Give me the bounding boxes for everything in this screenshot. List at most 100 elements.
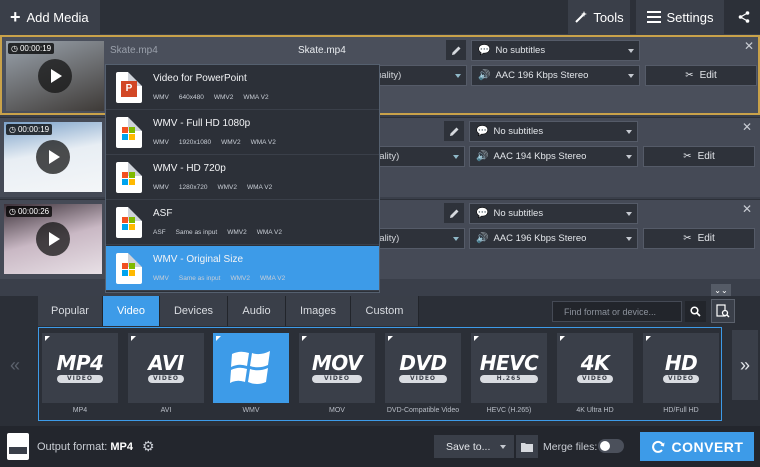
4k-logo-icon: 4K VIDEO: [576, 351, 614, 383]
mp4-logo-icon: MP4 VIDEO: [56, 351, 104, 383]
collapse-panel-button[interactable]: ⌄⌄: [711, 284, 731, 296]
video-thumbnail[interactable]: ◷ 00:00:26: [4, 204, 102, 274]
video-thumbnail[interactable]: ◷ 00:00:19: [4, 122, 102, 192]
scissors-icon: ✂: [683, 233, 692, 244]
tab-custom[interactable]: Custom: [351, 296, 419, 326]
format-tile-avi[interactable]: AVI VIDEO: [128, 333, 204, 403]
bottom-bar: Output format: MP4 ⚙ Save to... Merge fi…: [0, 426, 760, 467]
preset-item[interactable]: P Video for PowerPoint WMV 640x480 WMV2 WMA…: [106, 65, 379, 110]
duration-text: 00:00:19: [17, 125, 50, 134]
tile-logo-text: MP4: [56, 351, 104, 375]
tile-sub-text: VIDEO: [147, 375, 185, 383]
rename-button[interactable]: [446, 40, 466, 60]
preset-item[interactable]: ASF ASF Same as input WMV2 WMA V2: [106, 200, 379, 245]
close-icon[interactable]: ✕: [742, 120, 752, 134]
double-chevron-down-icon: ⌄⌄: [714, 285, 728, 295]
settings-button[interactable]: Settings: [636, 0, 724, 34]
audio-select[interactable]: 🔊 AAC 194 Kbps Stereo: [469, 146, 638, 167]
preset-specs: WMV Same as input WMV2 WMA V2: [153, 275, 285, 282]
spec-video-codec: WMV2: [221, 139, 241, 146]
tab-popular[interactable]: Popular: [38, 296, 103, 326]
source-filename: Skate.mp4: [110, 45, 158, 56]
close-icon[interactable]: ✕: [744, 39, 754, 53]
output-format-value: MP4: [110, 441, 133, 453]
chevron-left-icon[interactable]: «: [2, 330, 28, 400]
spec-audio-codec: WMA V2: [259, 275, 286, 282]
tab-images[interactable]: Images: [286, 296, 351, 326]
open-folder-button[interactable]: [516, 435, 538, 458]
add-media-button[interactable]: + Add Media: [0, 0, 100, 34]
audio-value: AAC 196 Kbps Stereo: [495, 70, 589, 81]
format-tile-hevc[interactable]: HEVC H.265: [471, 333, 547, 403]
audio-select[interactable]: 🔊 AAC 196 Kbps Stereo: [469, 228, 638, 249]
format-tabs: Popular Video Devices Audio Images Custo…: [38, 296, 419, 326]
tools-button[interactable]: Tools: [568, 0, 630, 34]
convert-button[interactable]: CONVERT: [640, 432, 754, 461]
spec-video-codec: WMV2: [217, 184, 237, 191]
share-button[interactable]: [728, 0, 760, 34]
format-search-input[interactable]: Find format or device...: [552, 301, 682, 322]
tile-logo-text: AVI: [148, 351, 184, 375]
edit-button[interactable]: ✂ Edit: [643, 228, 755, 249]
format-label: MP4: [72, 407, 88, 414]
format-tile-mp4[interactable]: MP4 VIDEO: [42, 333, 118, 403]
video-thumbnail[interactable]: ◷ 00:00:19: [6, 41, 104, 111]
audio-value: AAC 196 Kbps Stereo: [493, 233, 587, 244]
quality-select[interactable]: uality): [373, 65, 467, 86]
play-icon[interactable]: [36, 140, 70, 174]
rename-button[interactable]: [444, 121, 464, 141]
tab-devices[interactable]: Devices: [160, 296, 228, 326]
close-icon[interactable]: ✕: [742, 202, 752, 216]
merge-files-toggle[interactable]: [598, 439, 624, 453]
search-button[interactable]: [685, 301, 706, 322]
tab-audio[interactable]: Audio: [228, 296, 286, 326]
tile-sub-text: VIDEO: [56, 375, 104, 383]
chevron-down-icon: [628, 49, 634, 53]
preset-title: Video for PowerPoint: [153, 73, 247, 84]
gear-icon[interactable]: ⚙: [142, 438, 155, 455]
spec-resolution: 640x480: [178, 94, 204, 101]
subtitles-select[interactable]: 💬 No subtitles: [471, 40, 640, 61]
detect-device-button[interactable]: [711, 299, 735, 323]
chevron-down-icon: [626, 237, 632, 241]
spec-container: ASF: [153, 229, 166, 236]
spec-container: WMV: [153, 139, 169, 146]
preset-item[interactable]: WMV - HD 720p WMV 1280x720 WMV2 WMA V2: [106, 155, 379, 200]
format-label: DVD-Compatible Video: [386, 407, 460, 414]
format-tile-dvd[interactable]: DVD VIDEO: [385, 333, 461, 403]
format-tile-hd[interactable]: HD VIDEO: [643, 333, 719, 403]
spec-resolution: Same as input: [175, 229, 218, 236]
quality-select[interactable]: uality): [371, 146, 465, 167]
windows-file-icon: [116, 117, 142, 148]
edit-button[interactable]: ✂ Edit: [643, 146, 755, 167]
subtitles-select[interactable]: 💬 No subtitles: [469, 121, 638, 142]
quality-select[interactable]: uality): [371, 228, 465, 249]
tile-logo-text: 4K: [580, 351, 610, 375]
format-tile-mov[interactable]: MOV VIDEO: [299, 333, 375, 403]
mov-logo-icon: MOV VIDEO: [311, 353, 363, 383]
format-tile-wmv[interactable]: [213, 333, 289, 403]
preset-specs: WMV 1280x720 WMV2 WMA V2: [153, 184, 272, 191]
preset-item[interactable]: WMV - Full HD 1080p WMV 1920x1080 WMV2 WMA …: [106, 110, 379, 155]
chevron-right-icon[interactable]: »: [732, 330, 758, 400]
format-tile-4k[interactable]: 4K VIDEO: [557, 333, 633, 403]
format-label: HD/Full HD: [663, 407, 699, 414]
play-icon[interactable]: [38, 59, 72, 93]
edit-label: Edit: [697, 233, 715, 244]
play-icon[interactable]: [36, 222, 70, 256]
chevron-down-icon: [626, 155, 632, 159]
spec-resolution: Same as input: [178, 275, 221, 282]
tab-video[interactable]: Video: [103, 296, 160, 326]
subtitles-select[interactable]: 💬 No subtitles: [469, 203, 638, 224]
audio-select[interactable]: 🔊 AAC 196 Kbps Stereo: [471, 65, 640, 86]
spec-video-codec: WMV2: [227, 229, 247, 236]
output-format-label: Output format:: [37, 441, 108, 453]
spec-audio-codec: WMA V2: [243, 94, 269, 101]
format-label: WMV: [242, 407, 260, 414]
preset-item-selected[interactable]: WMV - Original Size WMV Same as input WMV2…: [106, 246, 379, 291]
output-filename[interactable]: Skate.mp4: [298, 45, 346, 56]
merge-files-label: Merge files:: [543, 441, 598, 453]
rename-button[interactable]: [444, 203, 464, 223]
edit-button[interactable]: ✂ Edit: [645, 65, 757, 86]
convert-label: CONVERT: [671, 438, 744, 455]
